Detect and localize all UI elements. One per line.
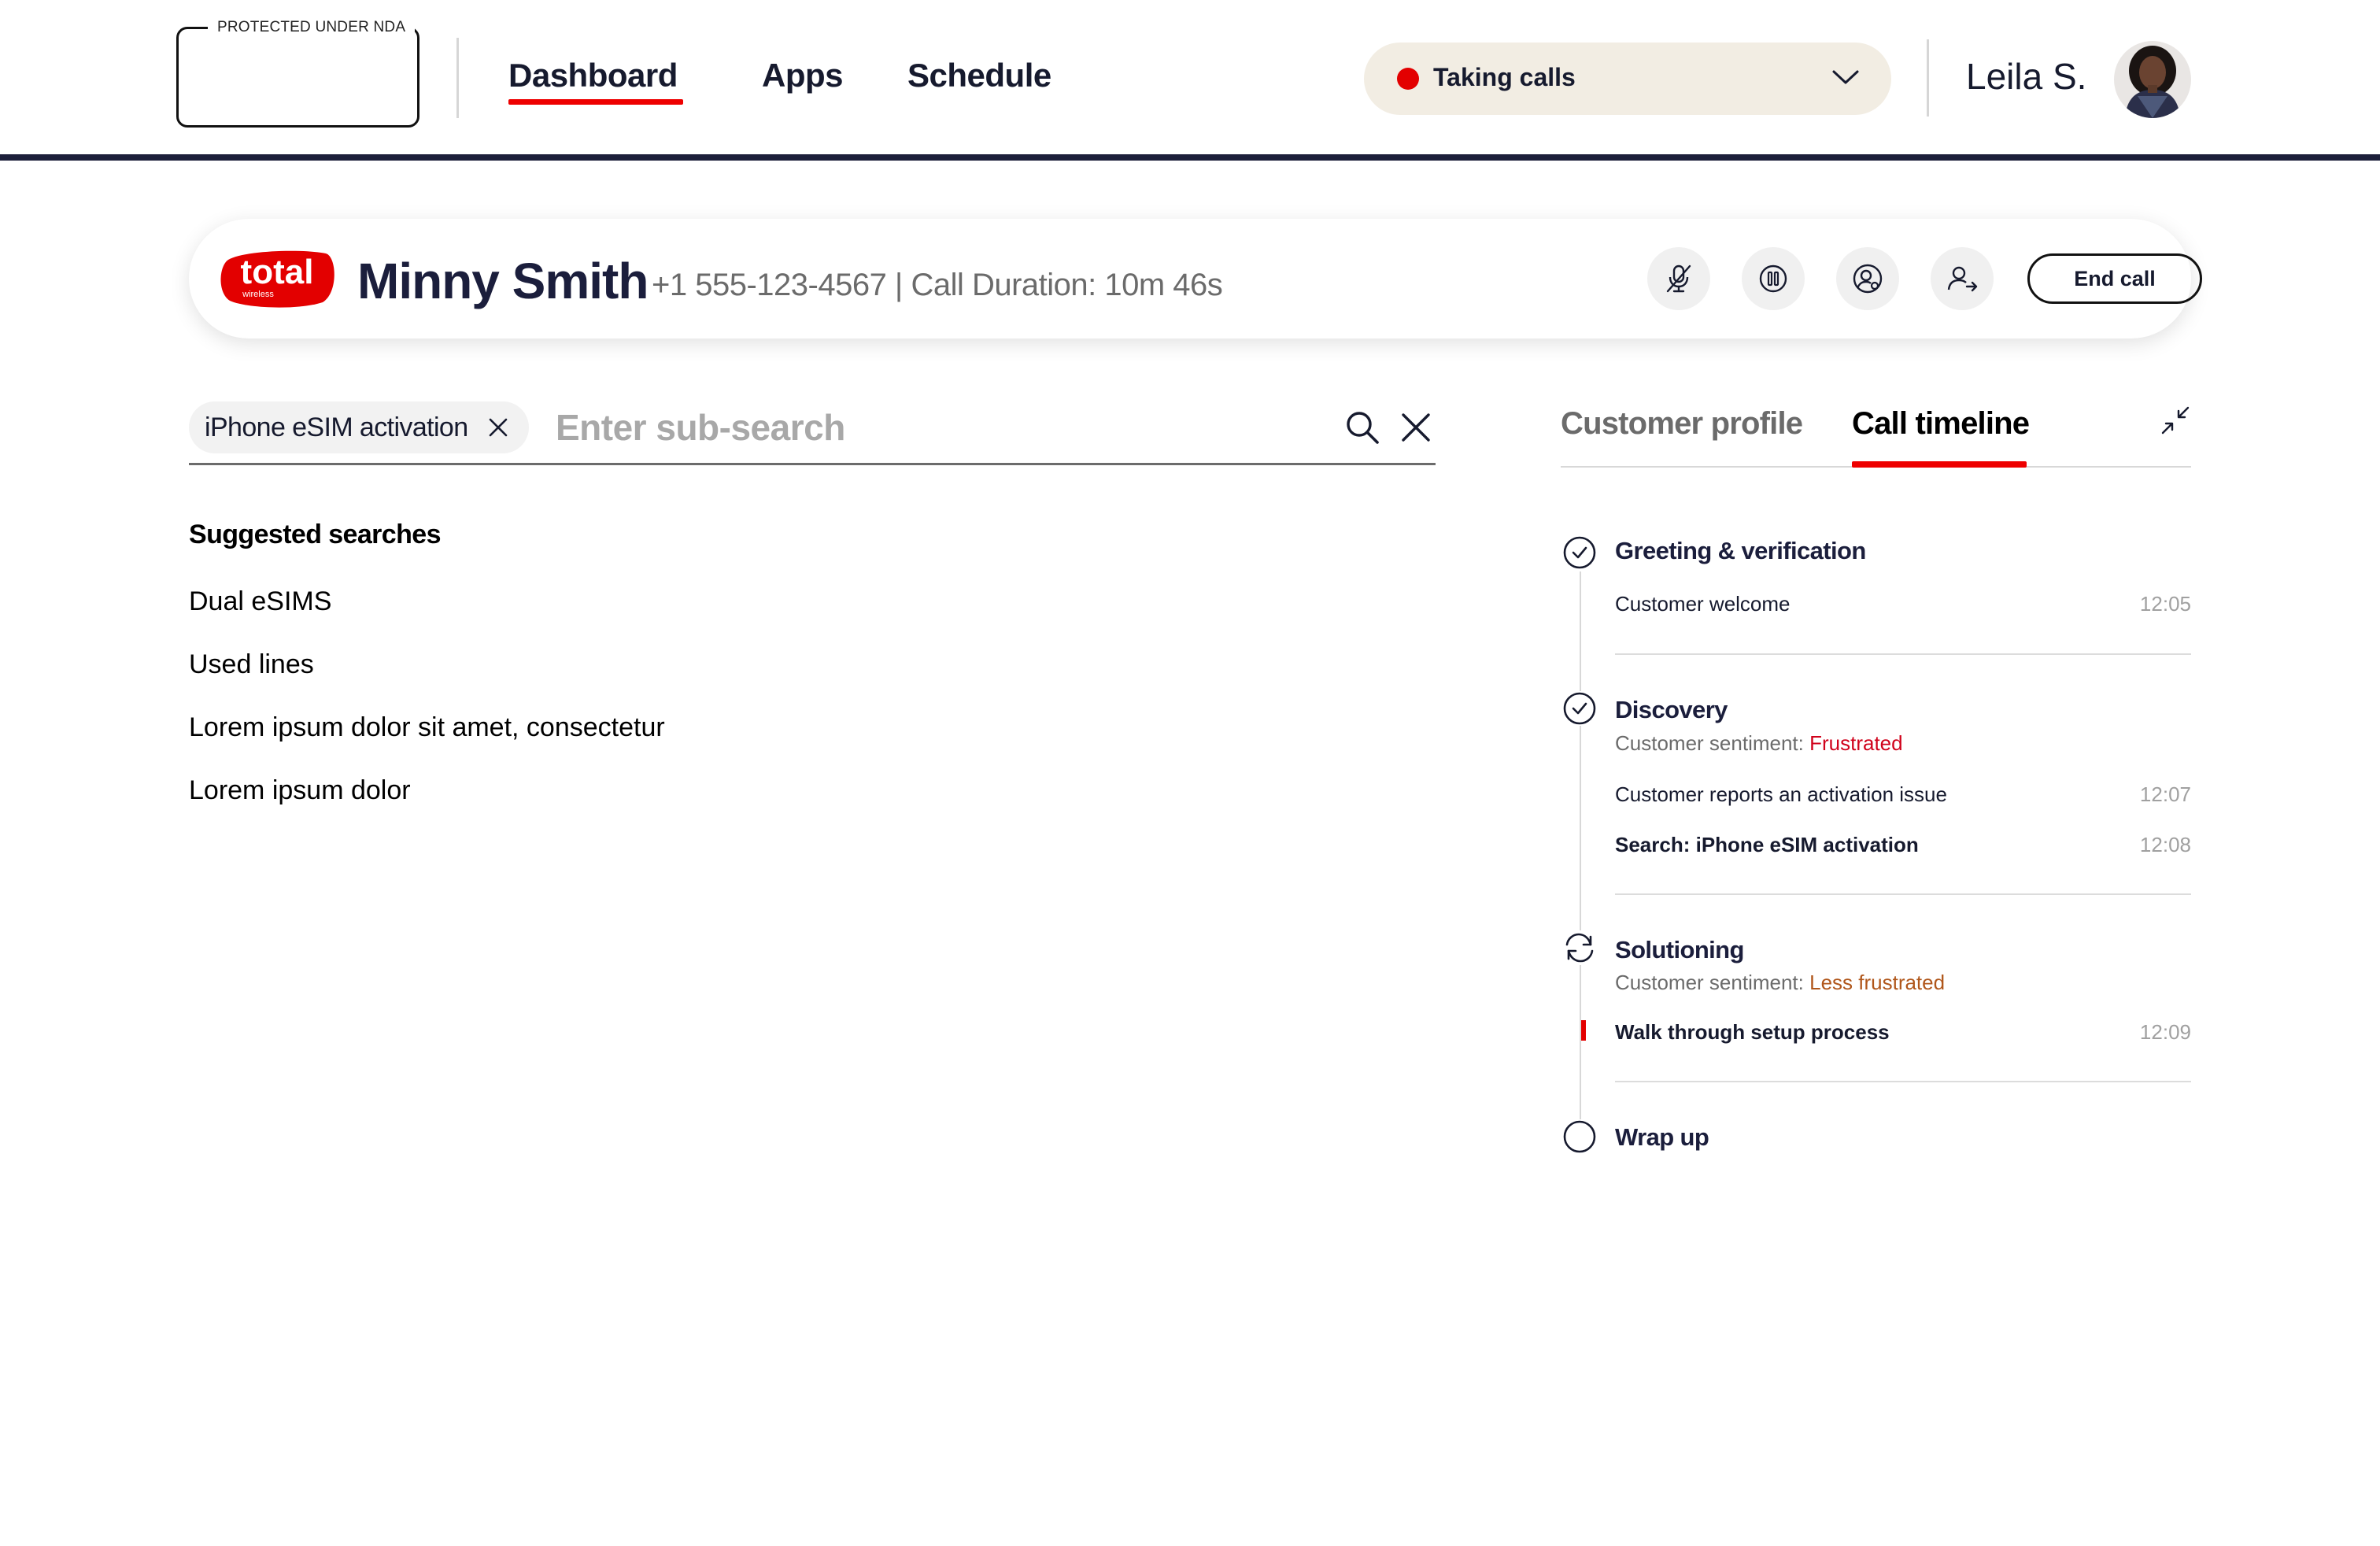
search-icon[interactable] xyxy=(1344,409,1380,446)
timeline-divider xyxy=(1615,893,2191,895)
total-wireless-logo: total wireless xyxy=(220,249,335,309)
user-settings-icon xyxy=(1853,264,1883,294)
clear-search-icon[interactable] xyxy=(1399,411,1432,444)
timeline-step-title: Wrap up xyxy=(1615,1123,1709,1151)
search-chip-label: iPhone eSIM activation xyxy=(205,412,468,442)
suggested-search-item[interactable]: Lorem ipsum dolor xyxy=(189,775,411,806)
sentiment-value: Frustrated xyxy=(1809,731,1903,755)
transfer-button[interactable] xyxy=(1931,247,1994,310)
timeline-step-title: Discovery xyxy=(1615,696,1728,723)
suggested-search-item[interactable]: Dual eSIMS xyxy=(189,586,331,617)
timeline-line xyxy=(1580,571,1581,1135)
active-call-card: total wireless Minny Smith +1 555-123-45… xyxy=(189,219,2202,338)
chevron-down-icon xyxy=(1831,66,1860,88)
refresh-icon xyxy=(1562,930,1597,965)
timeline-step-title: Solutioning xyxy=(1615,936,1744,963)
timeline-event-time: 12:07 xyxy=(2139,782,2191,806)
check-circle-icon xyxy=(1562,691,1597,726)
svg-text:total: total xyxy=(241,253,314,291)
timeline-event: Customer reports an activation issue xyxy=(1615,782,1947,806)
pending-circle-icon xyxy=(1562,1119,1597,1154)
nav-active-underline xyxy=(508,99,683,105)
pause-icon xyxy=(1759,264,1787,293)
active-event-marker xyxy=(1581,1020,1586,1041)
tab-customer-profile[interactable]: Customer profile xyxy=(1561,406,1803,442)
timeline-event: Customer welcome xyxy=(1615,592,1791,616)
call-status-dropdown[interactable]: Taking calls xyxy=(1364,43,1891,115)
suggested-searches-title: Suggested searches xyxy=(189,520,442,549)
tab-active-underline xyxy=(1852,461,2027,468)
sentiment-row: Customer sentiment: Frustrated xyxy=(1615,731,1903,756)
header-divider-bar xyxy=(0,154,2380,161)
avatar[interactable] xyxy=(2114,41,2191,118)
end-call-button[interactable]: End call xyxy=(2027,253,2202,304)
hold-button[interactable] xyxy=(1742,247,1805,310)
call-phone-duration: +1 555-123-4567 | Call Duration: 10m 46s xyxy=(652,268,1223,302)
sub-search-input[interactable] xyxy=(551,401,1322,453)
suggested-search-item[interactable]: Lorem ipsum dolor sit amet, consectetur xyxy=(189,712,665,743)
sentiment-label: Customer sentiment: xyxy=(1615,731,1804,755)
timeline-event-time: 12:08 xyxy=(2139,833,2191,856)
logo-placeholder xyxy=(176,27,419,128)
search-chip[interactable]: iPhone eSIM activation xyxy=(189,401,529,453)
customer-name: Minny Smith xyxy=(357,253,649,309)
timeline-event: Search: iPhone eSIM activation xyxy=(1615,833,1919,856)
collapse-icon[interactable] xyxy=(2160,405,2191,436)
timeline-event: Walk through setup process xyxy=(1615,1020,1890,1044)
mute-button[interactable] xyxy=(1647,247,1710,310)
header-divider xyxy=(456,38,459,118)
check-circle-icon xyxy=(1562,535,1597,570)
sentiment-value: Less frustrated xyxy=(1809,971,1946,994)
logo-nda-label: PROTECTED UNDER NDA xyxy=(208,19,416,36)
call-status-label: Taking calls xyxy=(1433,63,1576,91)
suggested-search-item[interactable]: Used lines xyxy=(189,649,314,680)
timeline-divider xyxy=(1615,653,2191,655)
user-name[interactable]: Leila S. xyxy=(1966,55,2086,98)
svg-text:wireless: wireless xyxy=(242,290,274,299)
transfer-user-icon xyxy=(1947,266,1978,292)
header-divider-right xyxy=(1927,39,1929,117)
tab-call-timeline[interactable]: Call timeline xyxy=(1852,406,2030,442)
sentiment-row: Customer sentiment: Less frustrated xyxy=(1615,971,1945,995)
status-dot-icon xyxy=(1397,68,1419,90)
timeline-divider xyxy=(1615,1081,2191,1082)
nav-dashboard[interactable]: Dashboard xyxy=(508,57,678,94)
chip-close-icon[interactable] xyxy=(486,416,510,439)
sentiment-label: Customer sentiment: xyxy=(1615,971,1804,994)
timeline-event-time: 12:09 xyxy=(2139,1020,2191,1044)
timeline-step-title: Greeting & verification xyxy=(1615,537,1866,564)
nav-schedule[interactable]: Schedule xyxy=(907,57,1051,94)
customer-settings-button[interactable] xyxy=(1836,247,1899,310)
mic-off-icon xyxy=(1666,264,1691,293)
search-underline xyxy=(189,463,1436,465)
nav-apps[interactable]: Apps xyxy=(762,57,844,94)
timeline-event-time: 12:05 xyxy=(2139,592,2191,616)
